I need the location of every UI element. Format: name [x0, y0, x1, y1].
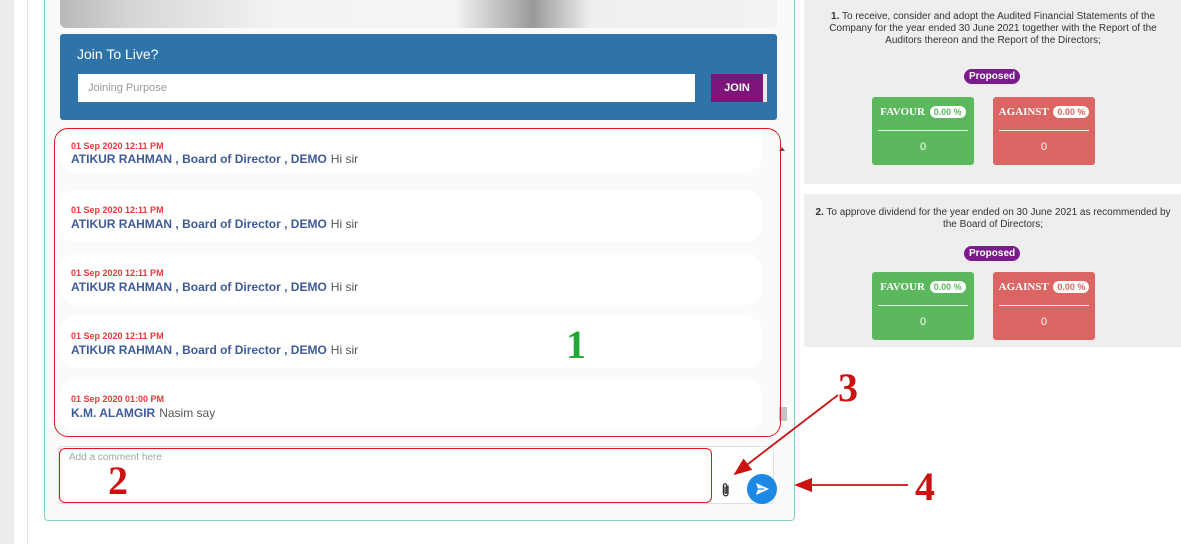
against-button[interactable]: AGAINST 0.00 % 0	[993, 272, 1095, 340]
message-item: 01 Sep 2020 12:11 PM ATIKUR RAHMAN , Boa…	[60, 253, 762, 305]
message-time: 01 Sep 2020 12:11 PM	[71, 205, 164, 215]
comment-input[interactable]	[58, 446, 774, 504]
message-item: 01 Sep 2020 01:00 PM K.M. ALAMGIR Nasim s…	[60, 379, 762, 431]
message-text: Hi sir	[330, 152, 359, 166]
rail-divider	[27, 0, 28, 544]
message-time: 01 Sep 2020 12:11 PM	[71, 331, 164, 341]
agenda-card: 1. To receive, consider and adopt the Au…	[804, 0, 1181, 184]
against-percent: 0.00 %	[1053, 106, 1090, 118]
message-text: Hi sir	[330, 217, 359, 231]
message-item: 01 Sep 2020 12:11 PM ATIKUR RAHMAN , Boa…	[60, 316, 762, 368]
message-item: 01 Sep 2020 12:11 PM ATIKUR RAHMAN , Boa…	[60, 130, 762, 172]
favour-count: 0	[919, 141, 927, 153]
agenda-text: To approve dividend for the year ended o…	[826, 207, 1171, 230]
message-author: ATIKUR RAHMAN , Board of Director , DEMO	[71, 217, 327, 231]
annotation-label-2: 2	[108, 458, 128, 503]
annotation-label-3: 3	[838, 365, 858, 410]
favour-button[interactable]: FAVOUR 0.00 % 0	[872, 97, 974, 165]
send-icon	[756, 483, 769, 495]
message-author: ATIKUR RAHMAN , Board of Director , DEMO	[71, 152, 327, 166]
message-time: 01 Sep 2020 01:00 PM	[71, 394, 165, 404]
joining-purpose-input[interactable]	[78, 74, 695, 102]
join-live-box: Join To Live? JOIN	[60, 34, 777, 120]
send-button[interactable]	[747, 474, 777, 504]
agenda-number: 2.	[815, 207, 824, 218]
agenda-card: 2. To approve dividend for the year ende…	[804, 194, 1181, 347]
message-text: Hi sir	[330, 280, 359, 294]
annotation-label-4: 4	[915, 464, 935, 509]
divider	[878, 130, 968, 131]
divider	[999, 130, 1089, 131]
message-author: ATIKUR RAHMAN , Board of Director , DEMO	[71, 280, 327, 294]
message-author: ATIKUR RAHMAN , Board of Director , DEMO	[71, 343, 327, 357]
message-text: Nasim say	[159, 406, 216, 420]
chat-panel: Join To Live? JOIN 01 Sep 2020 12:11 PM …	[44, 0, 795, 521]
favour-percent: 0.00 %	[929, 281, 966, 293]
status-badge: Proposed	[964, 69, 1021, 84]
scroll-up-icon[interactable]	[779, 147, 785, 151]
favour-label: FAVOUR	[880, 106, 925, 118]
message-time: 01 Sep 2020 12:11 PM	[71, 268, 164, 278]
favour-count: 0	[919, 316, 927, 328]
divider	[878, 305, 968, 306]
message-author: K.M. ALAMGIR	[71, 406, 156, 420]
against-count: 0	[1040, 316, 1048, 328]
agenda-number: 1.	[831, 11, 840, 22]
message-time: 01 Sep 2020 12:11 PM	[71, 141, 164, 151]
join-title: Join To Live?	[77, 46, 159, 62]
message-scrollbar[interactable]	[776, 135, 790, 435]
join-bar-edge	[763, 74, 767, 102]
video-preview	[60, 0, 777, 28]
against-percent: 0.00 %	[1053, 281, 1090, 293]
favour-button[interactable]: FAVOUR 0.00 % 0	[872, 272, 974, 340]
message-text: Hi sir	[330, 343, 359, 357]
against-label: AGAINST	[998, 281, 1049, 293]
against-count: 0	[1040, 141, 1048, 153]
favour-label: FAVOUR	[880, 281, 925, 293]
message-list[interactable]: 01 Sep 2020 12:11 PM ATIKUR RAHMAN , Boa…	[60, 130, 778, 435]
favour-percent: 0.00 %	[929, 106, 966, 118]
message-item: 01 Sep 2020 12:11 PM ATIKUR RAHMAN , Boa…	[60, 190, 762, 242]
scroll-thumb[interactable]	[779, 407, 787, 421]
paperclip-icon[interactable]	[721, 482, 731, 498]
agenda-text: To receive, consider and adopt the Audit…	[829, 11, 1157, 46]
left-rail	[0, 0, 14, 544]
divider	[999, 305, 1089, 306]
against-button[interactable]: AGAINST 0.00 % 0	[993, 97, 1095, 165]
join-button[interactable]: JOIN	[711, 74, 763, 102]
annotation-label-1: 1	[566, 322, 586, 367]
status-badge: Proposed	[964, 246, 1021, 261]
against-label: AGAINST	[998, 106, 1049, 118]
